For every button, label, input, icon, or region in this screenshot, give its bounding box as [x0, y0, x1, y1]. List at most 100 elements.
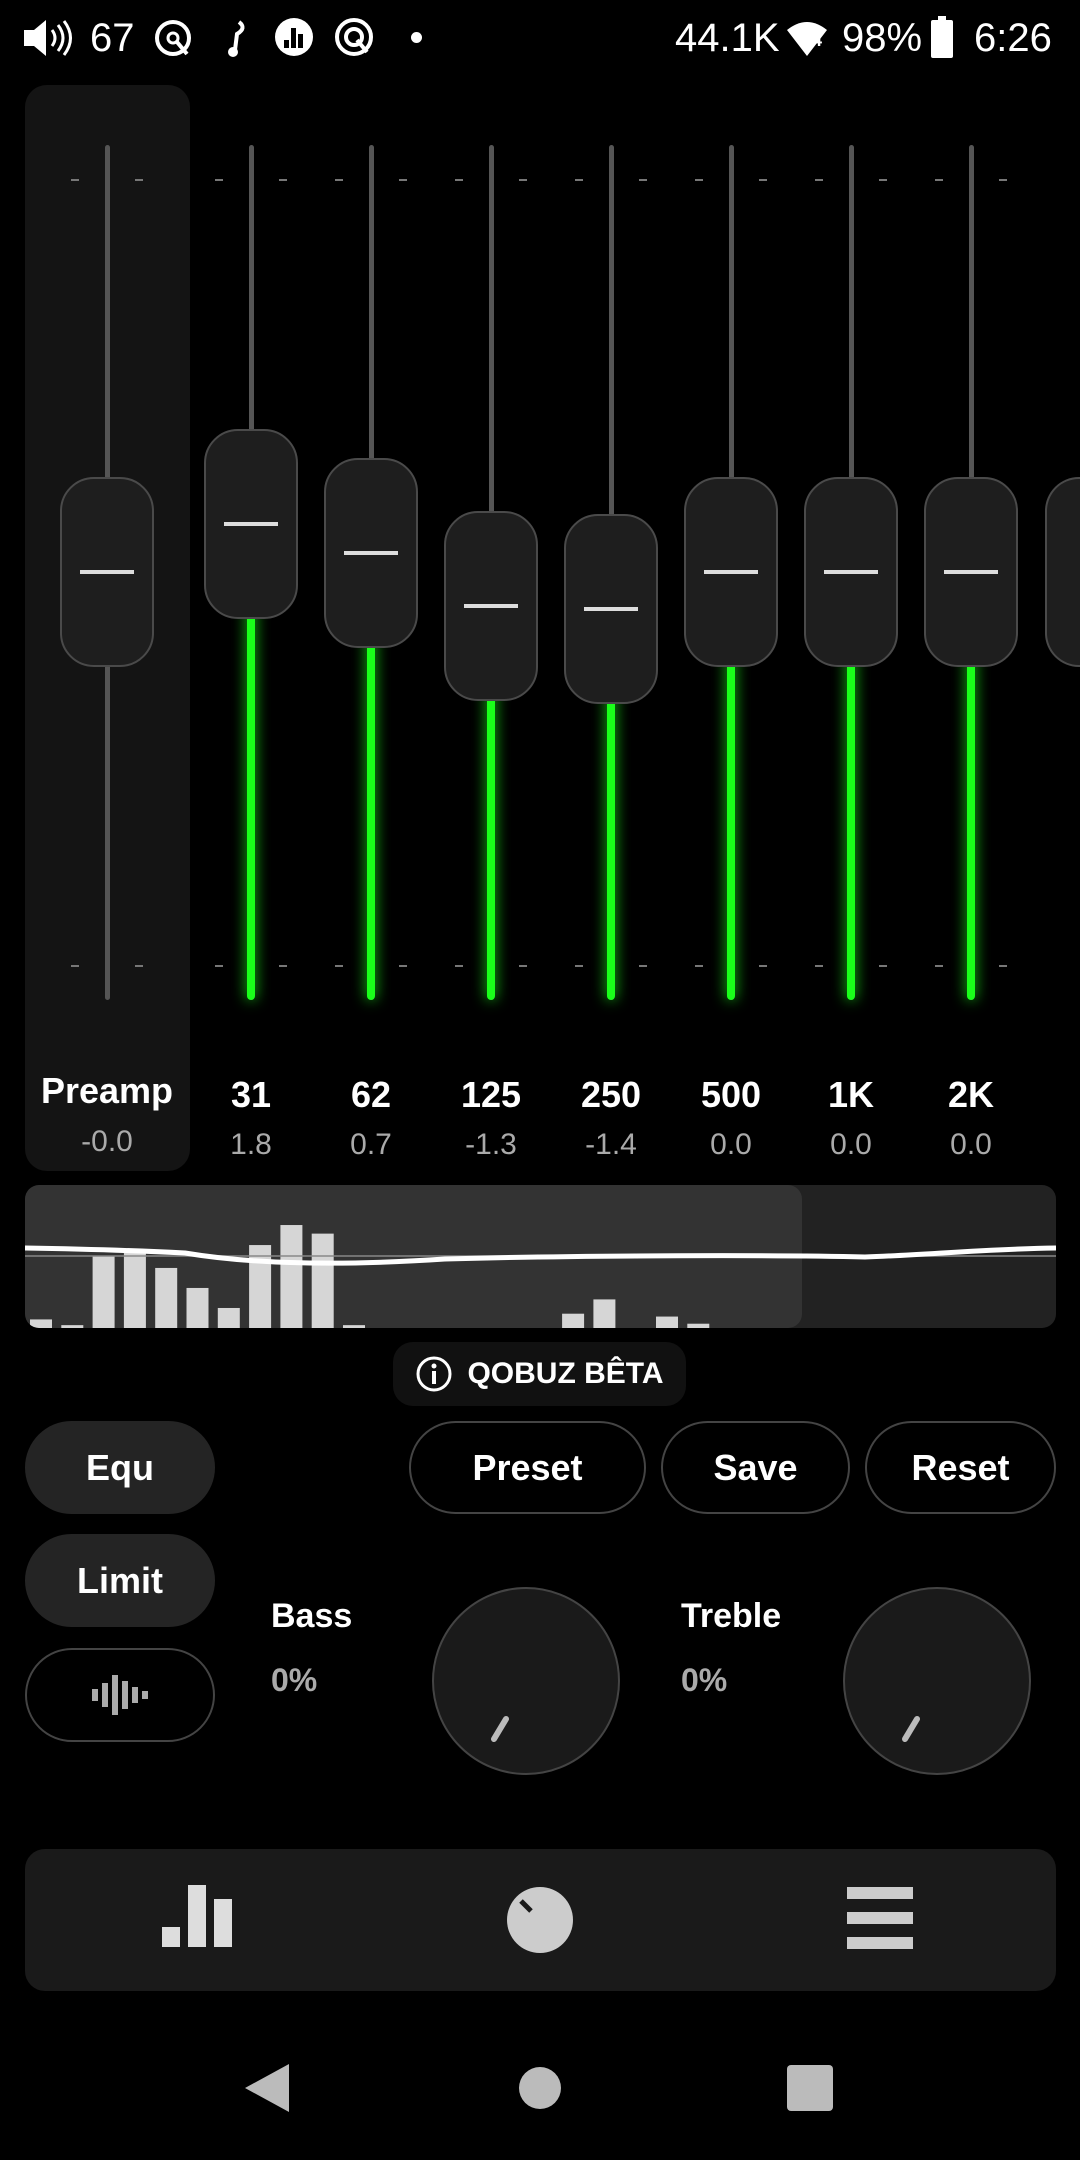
waveform-button[interactable]: [25, 1648, 215, 1742]
band-value: 0.0: [950, 1128, 992, 1161]
save-button[interactable]: Save: [661, 1421, 850, 1514]
bottom-toolbar: [25, 1849, 1056, 1991]
equalizer-app-icon: [275, 18, 313, 56]
back-icon[interactable]: [243, 2062, 291, 2114]
spectrum-bar: [343, 1325, 365, 1328]
music-note-icon: [228, 20, 245, 57]
status-bar: 67 44.1K 4 98% 6:26: [0, 0, 1080, 76]
scale-tick: [935, 965, 943, 967]
spectrum-bar: [249, 1245, 272, 1328]
bass-knob[interactable]: [432, 1587, 620, 1775]
spectrum-analyzer: [25, 1185, 1056, 1328]
scale-tick: [455, 179, 463, 181]
band-value: 1.8: [230, 1128, 272, 1161]
knob-icon[interactable]: [505, 1885, 575, 1955]
scale-tick: [999, 965, 1007, 967]
spectrum-bar: [593, 1299, 616, 1328]
band-value: 0.7: [350, 1128, 392, 1161]
knob-indicator: [491, 1716, 509, 1742]
scale-tick: [575, 965, 583, 967]
spectrum-bar: [687, 1323, 710, 1328]
scale-tick: [71, 179, 79, 181]
preset-button[interactable]: Preset: [409, 1421, 646, 1514]
spectrum-bar: [92, 1256, 115, 1328]
scale-tick: [135, 965, 143, 967]
slider-handle[interactable]: [924, 477, 1018, 667]
info-badge[interactable]: QOBUZ BÊTA: [393, 1342, 686, 1406]
menu-icon[interactable]: [847, 1885, 915, 1951]
clock: 6:26: [974, 16, 1052, 60]
scale-tick: [279, 965, 287, 967]
slider-handle[interactable]: [60, 477, 154, 667]
scale-tick: [279, 179, 287, 181]
slider-handle[interactable]: [444, 511, 538, 702]
notification-dot: [411, 32, 422, 43]
scale-tick: [759, 965, 767, 967]
spectrum-bar: [123, 1249, 146, 1328]
treble-value: 0%: [681, 1662, 728, 1698]
scale-tick: [215, 179, 223, 181]
spectrum-bar: [311, 1233, 334, 1328]
scale-tick: [695, 965, 703, 967]
scale-tick: [335, 965, 343, 967]
scale-tick: [519, 179, 527, 181]
scale-tick: [399, 179, 407, 181]
band-label: 500: [700, 1074, 762, 1115]
limit-button[interactable]: Limit: [25, 1534, 215, 1627]
scale-tick: [759, 179, 767, 181]
info-label: QOBUZ BÊTA: [467, 1357, 664, 1390]
treble-knob[interactable]: [843, 1587, 1031, 1775]
wifi-badge: 4: [812, 30, 823, 50]
equalizer-icon[interactable]: [160, 1883, 240, 1951]
bass-label: Bass: [271, 1597, 353, 1635]
spectrum-bar: [217, 1307, 240, 1328]
band-value: -1.4: [585, 1128, 637, 1161]
slider-handle[interactable]: [804, 477, 898, 667]
info-icon: [416, 1356, 452, 1392]
reset-button[interactable]: Reset: [865, 1421, 1056, 1514]
spectrum-bar: [562, 1313, 585, 1328]
spectrum-bar: [30, 1319, 52, 1328]
spectrum-bar: [186, 1287, 209, 1328]
knob-indicator: [902, 1716, 920, 1742]
battery-icon: [931, 16, 953, 58]
slider-handle[interactable]: [684, 477, 778, 667]
waveform-icon: [92, 1675, 148, 1715]
volume-icon: [24, 20, 72, 56]
wifi-icon: [787, 22, 827, 56]
scale-tick: [215, 965, 223, 967]
scale-tick: [71, 965, 79, 967]
scale-tick: [455, 965, 463, 967]
band-label: 250: [580, 1074, 642, 1115]
scale-tick: [135, 179, 143, 181]
scale-tick: [519, 965, 527, 967]
slider-handle[interactable]: [564, 514, 658, 705]
spectrum-bar: [61, 1325, 84, 1328]
band-label: 62: [350, 1074, 392, 1115]
band-label: 2K: [947, 1074, 995, 1115]
band-value: -1.3: [465, 1128, 517, 1161]
scale-tick: [695, 179, 703, 181]
scale-tick: [639, 179, 647, 181]
scale-tick: [815, 965, 823, 967]
battery-level: 98%: [842, 16, 923, 60]
band-value: 0.0: [710, 1128, 752, 1161]
qobuz-alt-icon: [335, 18, 373, 56]
equ-button[interactable]: Equ: [25, 1421, 215, 1514]
band-value: 0.0: [830, 1128, 872, 1161]
slider-handle[interactable]: [204, 429, 298, 620]
recents-icon[interactable]: [786, 2064, 834, 2112]
spectrum-bar: [656, 1316, 678, 1328]
band-label: 1K: [827, 1074, 875, 1115]
spectrum-bar: [155, 1267, 178, 1328]
scale-tick: [879, 965, 887, 967]
slider-handle[interactable]: [324, 458, 418, 649]
scale-tick: [575, 179, 583, 181]
scale-tick: [335, 179, 343, 181]
preamp-value: -0.0: [81, 1125, 133, 1158]
slider-handle-partial[interactable]: [1045, 477, 1080, 667]
home-icon[interactable]: [518, 2066, 562, 2110]
scale-tick: [399, 965, 407, 967]
scale-tick: [639, 965, 647, 967]
treble-label: Treble: [681, 1597, 782, 1635]
